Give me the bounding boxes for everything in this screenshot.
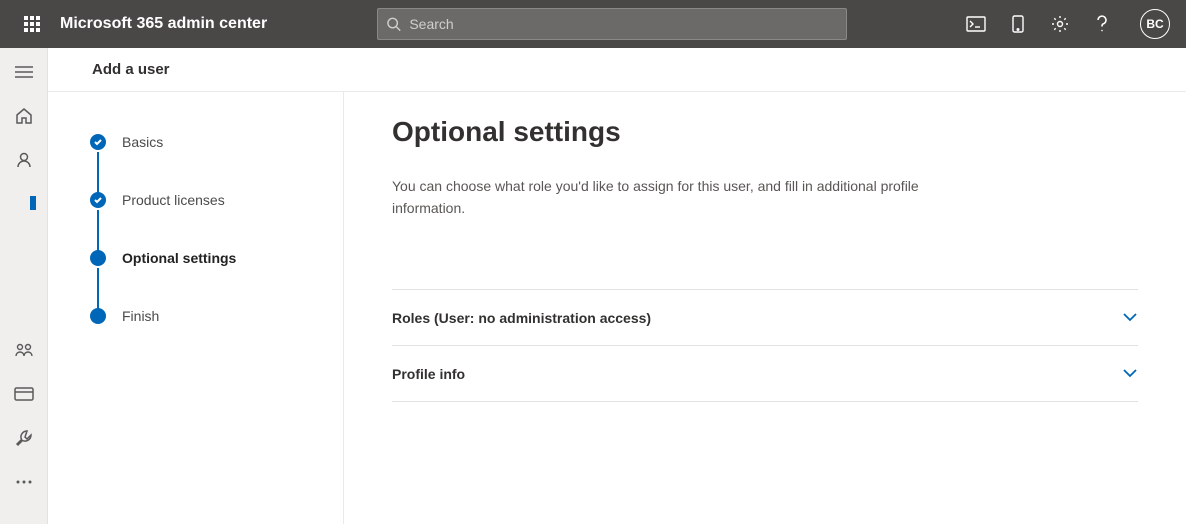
- nav-setup-icon[interactable]: [0, 416, 48, 460]
- search-box[interactable]: [377, 8, 847, 40]
- step-label: Optional settings: [122, 250, 236, 266]
- app-launcher-icon[interactable]: [8, 16, 56, 32]
- top-bar: Microsoft 365 admin center BC: [0, 0, 1186, 48]
- accordion-roles[interactable]: Roles (User: no administration access): [392, 290, 1138, 346]
- left-nav-rail: [0, 48, 48, 524]
- step-optional-settings[interactable]: Optional settings: [90, 250, 313, 266]
- step-label: Finish: [122, 308, 159, 324]
- search-input[interactable]: [409, 16, 838, 32]
- settings-icon[interactable]: [1048, 12, 1072, 36]
- page-heading: Optional settings: [392, 116, 1138, 148]
- shell-icon[interactable]: [964, 12, 988, 36]
- user-avatar[interactable]: BC: [1140, 9, 1170, 39]
- step-label: Basics: [122, 134, 163, 150]
- check-icon: [90, 134, 106, 150]
- nav-billing-icon[interactable]: [0, 372, 48, 416]
- step-basics[interactable]: Basics: [90, 134, 313, 150]
- nav-users-icon[interactable]: [0, 138, 48, 182]
- nav-active-indicator: [0, 182, 48, 226]
- wizard-stepper: Basics Product licenses Optional setting…: [48, 92, 344, 524]
- panel-title: Add a user: [48, 48, 1186, 92]
- app-title: Microsoft 365 admin center: [60, 15, 267, 33]
- upcoming-step-icon: [90, 308, 106, 324]
- help-icon[interactable]: [1090, 12, 1114, 36]
- nav-more-icon[interactable]: [0, 460, 48, 504]
- accordion-roles-label: Roles (User: no administration access): [392, 310, 651, 326]
- accordion-profile-label: Profile info: [392, 366, 465, 382]
- chevron-down-icon: [1122, 309, 1138, 327]
- chevron-down-icon: [1122, 365, 1138, 383]
- nav-groups-icon[interactable]: [0, 328, 48, 372]
- accordion-profile-info[interactable]: Profile info: [392, 346, 1138, 402]
- step-label: Product licenses: [122, 192, 225, 208]
- step-finish[interactable]: Finish: [90, 308, 313, 324]
- check-icon: [90, 192, 106, 208]
- nav-collapse-icon[interactable]: [0, 50, 48, 94]
- nav-home-icon[interactable]: [0, 94, 48, 138]
- page-description: You can choose what role you'd like to a…: [392, 176, 932, 219]
- step-product-licenses[interactable]: Product licenses: [90, 192, 313, 208]
- current-step-icon: [90, 250, 106, 266]
- mobile-icon[interactable]: [1006, 12, 1030, 36]
- search-icon: [386, 16, 401, 32]
